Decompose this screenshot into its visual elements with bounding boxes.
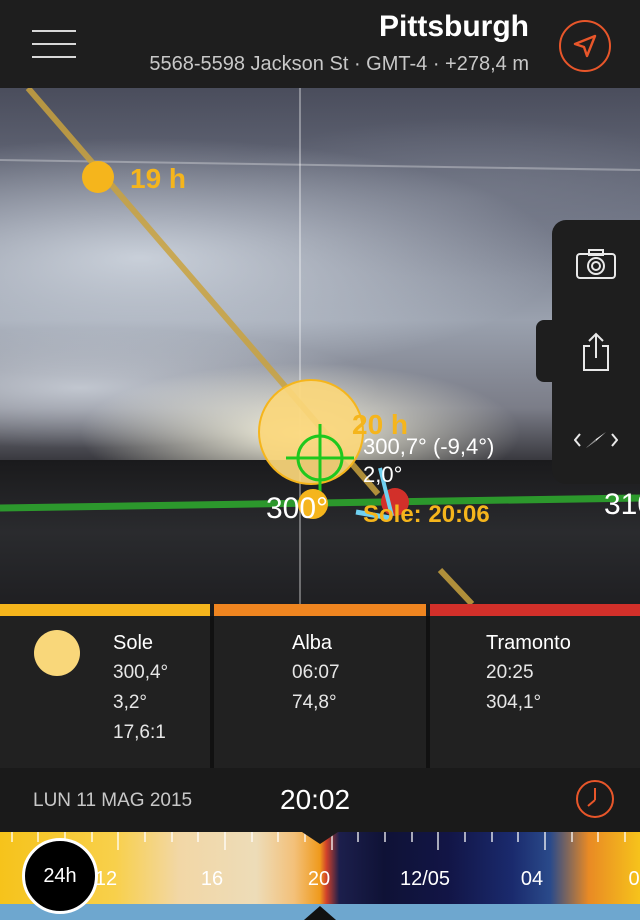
hamburger-menu-icon[interactable] <box>32 30 76 60</box>
top-bar: Pittsburgh 5568-5598 Jackson St · GMT-4 … <box>0 0 640 88</box>
bearing-300-label: 300° <box>266 492 328 525</box>
sun-azimuth-altitude: 300,7° (-9,4°) <box>363 434 494 459</box>
sun-azimuth: 300,4° <box>113 662 169 683</box>
sunset-title: Tramonto <box>486 632 571 654</box>
info-panel[interactable]: Sole 300,4° 3,2° 17,6:1 Alba 06:07 74,8°… <box>0 616 640 768</box>
timeline-pointer-bottom <box>304 906 336 920</box>
location-subtitle[interactable]: 5568-5598 Jackson St · GMT-4 · +278,4 m <box>149 53 529 76</box>
sunrise-color-strip <box>214 604 426 616</box>
timeline-label: 04 <box>520 868 544 890</box>
sun-title: Sole <box>113 632 154 654</box>
timeline-label: 12 <box>94 868 118 890</box>
sun-event-label: Sole: 20:06 <box>363 501 490 528</box>
timeline-label: 12/05 <box>399 868 451 890</box>
date-bar: LUN 11 MAG 2015 20:02 <box>0 768 640 832</box>
clock-icon[interactable] <box>576 780 614 818</box>
current-date[interactable]: LUN 11 MAG 2015 <box>33 790 192 812</box>
24h-mode-button[interactable]: 24h <box>22 838 98 914</box>
hour-19-marker <box>82 161 114 193</box>
sun-icon <box>34 630 80 676</box>
sun-path-line-lower <box>437 567 475 604</box>
timeline-label: 16 <box>200 868 224 890</box>
location-title[interactable]: Pittsburgh <box>379 10 529 44</box>
camera-ar-view[interactable]: 19 h 20 h 300,7° (-9,4°) 2,0° Sole: 20:0… <box>0 88 640 604</box>
sunrise-time: 06:07 <box>292 662 340 683</box>
location-arrow-icon[interactable] <box>559 20 611 72</box>
sunrise-azimuth: 74,8° <box>292 692 337 713</box>
timeline-label: 20 <box>307 868 331 890</box>
bearing-310-label: 310° <box>604 488 640 521</box>
sun-disc <box>258 379 364 485</box>
sun-size: 2,0° <box>363 462 402 487</box>
timeline-pointer-top <box>302 832 338 844</box>
timeline-label: 0 <box>628 868 640 890</box>
hour-19-label: 19 h <box>130 163 186 194</box>
compass-toggle-icon[interactable] <box>552 396 640 484</box>
share-icon[interactable] <box>552 308 640 396</box>
sun-shadow-ratio: 17,6:1 <box>113 722 166 743</box>
sun-altitude: 3,2° <box>113 692 148 713</box>
sunrise-title: Alba <box>292 632 333 654</box>
sun-color-strip <box>0 604 210 616</box>
sunset-azimuth: 304,1° <box>486 692 542 713</box>
side-tool-panel <box>552 220 640 484</box>
sunset-color-strip <box>430 604 640 616</box>
column-divider <box>426 616 430 768</box>
current-time[interactable]: 20:02 <box>280 784 350 816</box>
sunset-time: 20:25 <box>486 662 534 683</box>
camera-icon[interactable] <box>552 220 640 308</box>
column-divider <box>210 616 214 768</box>
